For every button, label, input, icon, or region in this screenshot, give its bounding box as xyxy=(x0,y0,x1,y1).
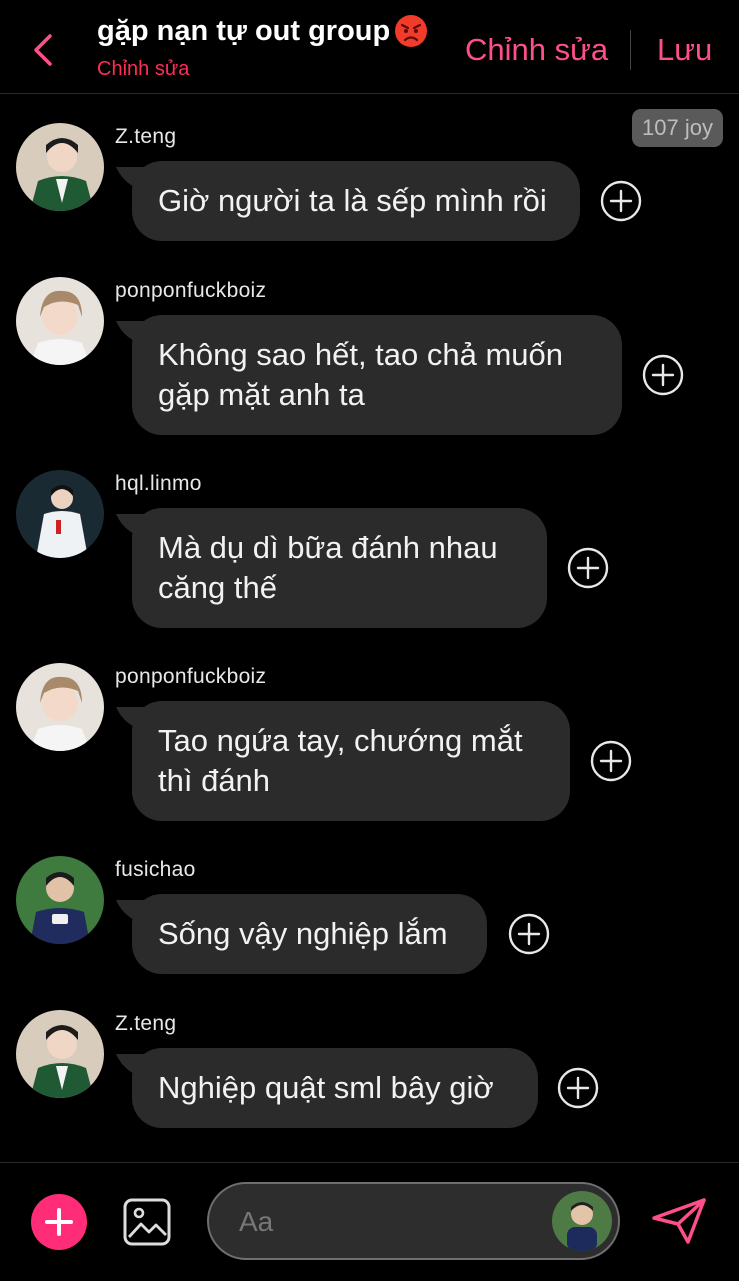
add-reaction-icon[interactable] xyxy=(567,547,609,589)
avatar-image xyxy=(16,123,104,211)
angry-face-icon xyxy=(395,15,428,47)
message-bubble[interactable]: Nghiệp quật sml bây giờ xyxy=(132,1048,538,1128)
message-input[interactable]: Aa xyxy=(207,1182,620,1260)
message-text: Tao ngứa tay, chướng mắt xyxy=(158,723,523,758)
username[interactable]: ponponfuckboiz xyxy=(115,665,266,689)
message-text: thì đánh xyxy=(158,763,271,798)
message-text: gặp mặt anh ta xyxy=(158,377,365,412)
avatar[interactable] xyxy=(16,663,104,751)
message-text: Mà dụ dì bữa đánh nhau xyxy=(158,530,498,565)
add-reaction-icon[interactable] xyxy=(600,180,642,222)
message-bubble[interactable]: Tao ngứa tay, chướng mắt thì đánh xyxy=(132,701,570,821)
chat-title-row: gặp nạn tự out group xyxy=(97,14,428,48)
message-bubble[interactable]: Không sao hết, tao chả muốn gặp mặt anh t… xyxy=(132,315,622,435)
avatar[interactable] xyxy=(552,1191,612,1251)
add-reaction-icon[interactable] xyxy=(508,913,550,955)
composer-bar: Aa xyxy=(0,1162,739,1281)
message-text: căng thế xyxy=(158,570,277,605)
avatar[interactable] xyxy=(16,277,104,365)
username[interactable]: hql.linmo xyxy=(115,472,202,496)
message-bubble[interactable]: Mà dụ dì bữa đánh nhau căng thế xyxy=(132,508,547,628)
username[interactable]: ponponfuckboiz xyxy=(115,279,266,303)
avatar[interactable] xyxy=(16,470,104,558)
username[interactable]: Z.teng xyxy=(115,1012,176,1036)
message-text: Sống vậy nghiệp lắm xyxy=(158,916,448,951)
chevron-left-icon[interactable] xyxy=(28,30,58,70)
avatar-image xyxy=(16,856,104,944)
chat-header: gặp nạn tự out group Chỉnh sửa Chỉnh sửa… xyxy=(0,0,739,94)
send-icon[interactable] xyxy=(650,1196,708,1246)
image-icon[interactable] xyxy=(122,1197,172,1247)
message-bubble[interactable]: Giờ người ta là sếp mình rồi xyxy=(132,161,580,241)
avatar[interactable] xyxy=(16,1010,104,1098)
avatar-image xyxy=(552,1191,612,1251)
header-divider xyxy=(630,30,631,70)
add-reaction-icon[interactable] xyxy=(557,1067,599,1109)
add-reaction-icon[interactable] xyxy=(642,354,684,396)
message-text: Giờ người ta là sếp mình rồi xyxy=(158,183,547,218)
joy-badge: 107 joy xyxy=(632,109,723,147)
avatar[interactable] xyxy=(16,123,104,211)
avatar-image xyxy=(16,470,104,558)
message-bubble[interactable]: Sống vậy nghiệp lắm xyxy=(132,894,487,974)
username[interactable]: Z.teng xyxy=(115,125,176,149)
edit-button[interactable]: Chỉnh sửa xyxy=(465,32,608,68)
add-reaction-icon[interactable] xyxy=(590,740,632,782)
avatar-image xyxy=(16,277,104,365)
chat-subtitle[interactable]: Chỉnh sửa xyxy=(97,58,428,81)
add-button[interactable] xyxy=(31,1194,87,1250)
title-block: gặp nạn tự out group Chỉnh sửa xyxy=(97,14,428,81)
input-placeholder: Aa xyxy=(239,1206,274,1237)
avatar[interactable] xyxy=(16,856,104,944)
plus-icon xyxy=(45,1208,73,1236)
message-text: Không sao hết, tao chả muốn xyxy=(158,337,564,372)
message-text: Nghiệp quật sml bây giờ xyxy=(158,1070,494,1105)
avatar-image xyxy=(16,663,104,751)
save-button[interactable]: Lưu xyxy=(657,32,712,68)
username[interactable]: fusichao xyxy=(115,858,196,882)
avatar-image xyxy=(16,1010,104,1098)
chat-title: gặp nạn tự out group xyxy=(97,14,391,47)
